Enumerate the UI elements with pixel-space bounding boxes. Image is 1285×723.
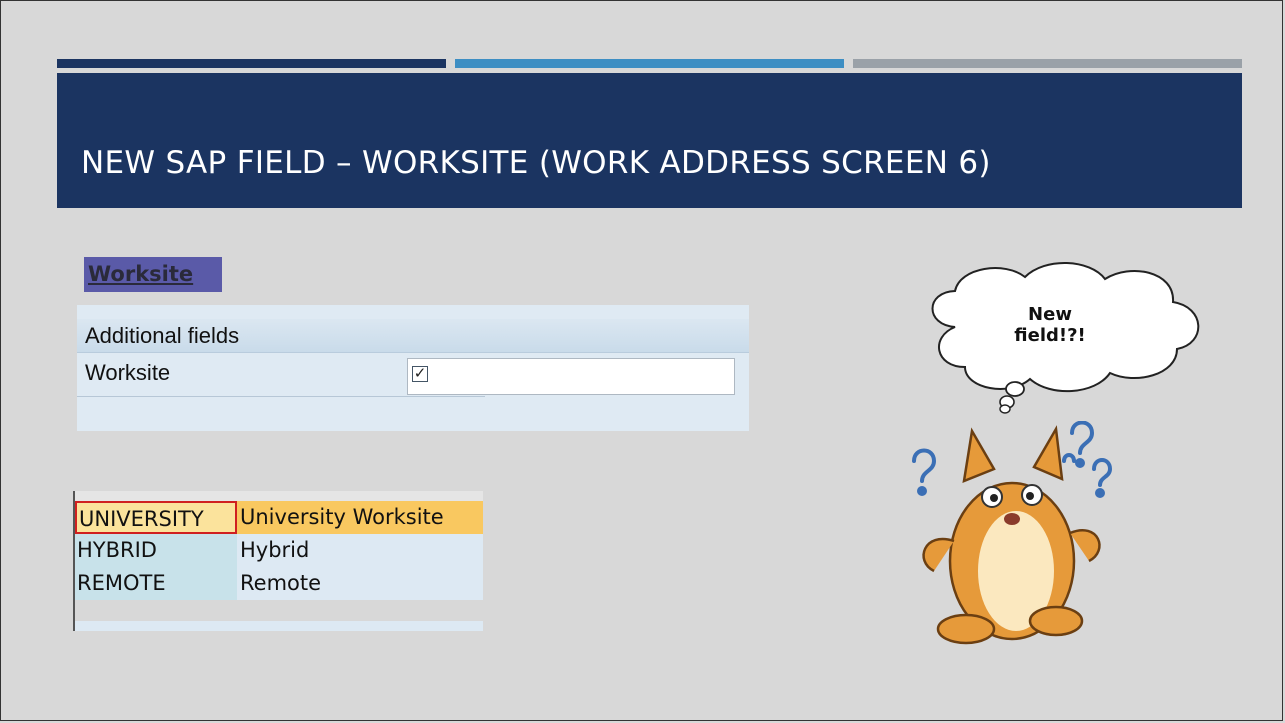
worksite-field-row: Worksite ✓ bbox=[77, 358, 749, 398]
sap-additional-fields-panel: Additional fields Worksite ✓ bbox=[77, 305, 749, 431]
list-bottom-band bbox=[75, 621, 483, 631]
list-top-band bbox=[75, 491, 483, 501]
list-item-code: UNIVERSITY bbox=[75, 501, 237, 534]
slide-title: NEW SAP FIELD – WORKSITE (WORK ADDRESS S… bbox=[81, 145, 991, 181]
cat-graphic bbox=[912, 420, 1113, 645]
list-item-description: Hybrid bbox=[237, 534, 483, 567]
list-item-description: Remote bbox=[237, 567, 483, 600]
list-item-code: HYBRID bbox=[75, 534, 237, 567]
list-item-description: University Worksite bbox=[237, 501, 483, 534]
worksite-value-list: UNIVERSITY University Worksite HYBRID Hy… bbox=[73, 491, 483, 631]
panel-header: Additional fields bbox=[77, 319, 749, 353]
worksite-field-label: Worksite bbox=[85, 360, 171, 385]
accent-bar-right bbox=[853, 59, 1242, 68]
thought-cloud: New field!?! bbox=[915, 257, 1215, 417]
list-item[interactable]: HYBRID Hybrid bbox=[75, 534, 483, 567]
row-divider bbox=[77, 396, 485, 397]
accent-bar-middle bbox=[455, 59, 844, 68]
list-item[interactable]: REMOTE Remote bbox=[75, 567, 483, 600]
accent-bar-left bbox=[57, 59, 446, 68]
confused-cat-illustration bbox=[894, 420, 1134, 651]
slide: NEW SAP FIELD – WORKSITE (WORK ADDRESS S… bbox=[0, 0, 1283, 721]
section-label: Worksite bbox=[84, 257, 222, 292]
checkbox-icon[interactable]: ✓ bbox=[412, 366, 428, 382]
list-item[interactable]: UNIVERSITY University Worksite bbox=[75, 501, 483, 534]
callout-text: New field!?! bbox=[1014, 304, 1086, 346]
title-band: NEW SAP FIELD – WORKSITE (WORK ADDRESS S… bbox=[57, 73, 1242, 208]
worksite-input[interactable]: ✓ bbox=[407, 358, 735, 395]
list-item-code: REMOTE bbox=[75, 567, 237, 600]
